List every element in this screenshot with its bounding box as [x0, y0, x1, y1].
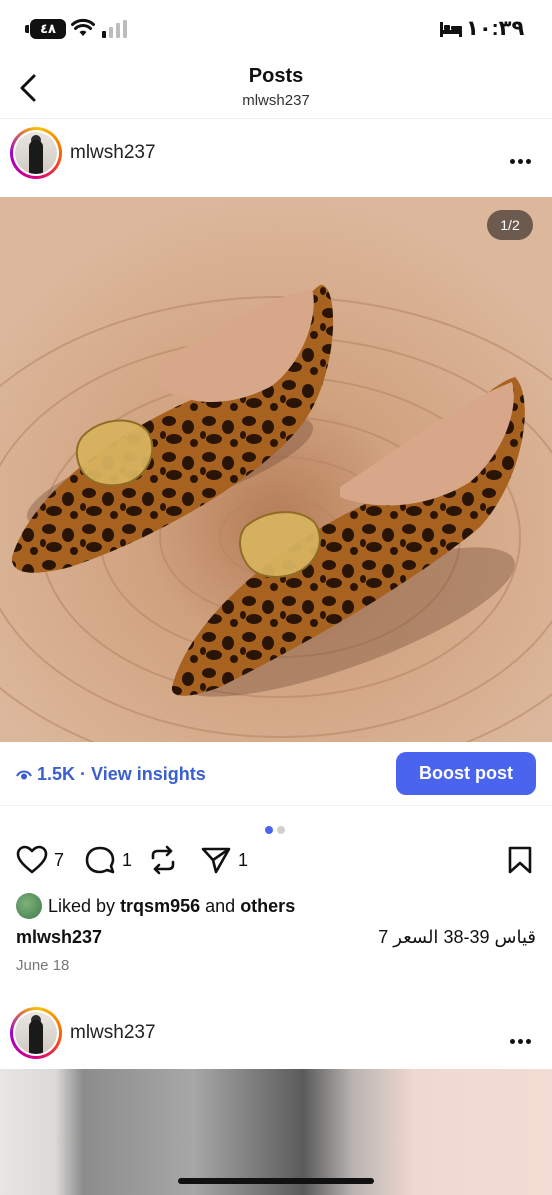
caption-text: قياس 39-38 السعر 7 [378, 927, 536, 947]
comment-button[interactable]: 1 [84, 845, 132, 875]
battery-indicator: ٤٨ [30, 19, 66, 39]
caption-username[interactable]: mlwsh237 [16, 927, 102, 948]
home-indicator[interactable] [178, 1178, 374, 1184]
share-icon [201, 847, 231, 874]
insights-bar: 1.5K · View insights Boost post [0, 742, 552, 806]
liked-by-user[interactable]: trqsm956 [120, 896, 200, 917]
signal-icon [102, 20, 127, 38]
share-button[interactable]: 1 [200, 845, 248, 875]
view-insights-link[interactable]: 1.5K · View insights [16, 764, 206, 785]
carousel-dot [277, 826, 285, 834]
boost-post-button[interactable]: Boost post [396, 752, 536, 795]
page-title: Posts [248, 65, 304, 87]
bookmark-icon [508, 846, 532, 874]
comment-icon [85, 846, 115, 874]
avatar[interactable] [10, 1007, 62, 1059]
page-subtitle: mlwsh237 [242, 92, 310, 109]
image-counter: 1/2 [487, 210, 533, 240]
sleep-mode-icon [440, 22, 462, 37]
next-post-header: mlwsh237 [0, 998, 552, 1070]
avatar[interactable] [10, 127, 62, 179]
post-username[interactable]: mlwsh237 [70, 142, 156, 164]
more-options-icon[interactable] [510, 1031, 534, 1044]
liker-avatar [16, 893, 42, 919]
insights-separator: · [80, 764, 87, 784]
wifi-icon [71, 18, 95, 36]
share-count: 1 [238, 849, 249, 870]
like-count: 7 [54, 849, 65, 870]
battery-tip [25, 25, 29, 33]
views-count: 1.5K [37, 764, 76, 784]
liked-by-and: and [205, 895, 236, 916]
next-post-image[interactable] [0, 1069, 552, 1195]
carousel-dot-active [265, 826, 273, 834]
liked-by[interactable]: Liked by trqsm956 and others [16, 893, 295, 919]
like-button[interactable]: 7 [16, 845, 64, 875]
post-username[interactable]: mlwsh237 [70, 1022, 156, 1044]
post-date: June 18 [16, 957, 70, 974]
clock: ١٠:٣٩ [466, 17, 525, 40]
heart-icon [16, 845, 48, 874]
liked-by-prefix: Liked by [48, 895, 116, 916]
liked-by-others[interactable]: others [240, 896, 295, 917]
repost-icon [151, 845, 175, 875]
status-bar: ٤٨ ١٠:٣٩ [0, 0, 552, 58]
repost-button[interactable] [148, 845, 178, 875]
shoes-illustration [0, 197, 552, 742]
post-image[interactable]: 1/2 [0, 197, 552, 742]
comment-count: 1 [122, 849, 133, 870]
nav-header: Posts mlwsh237 [0, 58, 552, 119]
post-header: mlwsh237 [0, 118, 552, 190]
save-button[interactable] [506, 845, 534, 875]
carousel-indicator [265, 821, 289, 839]
eye-icon [16, 770, 32, 779]
more-options-icon[interactable] [510, 151, 534, 164]
insights-label: View insights [91, 764, 206, 784]
